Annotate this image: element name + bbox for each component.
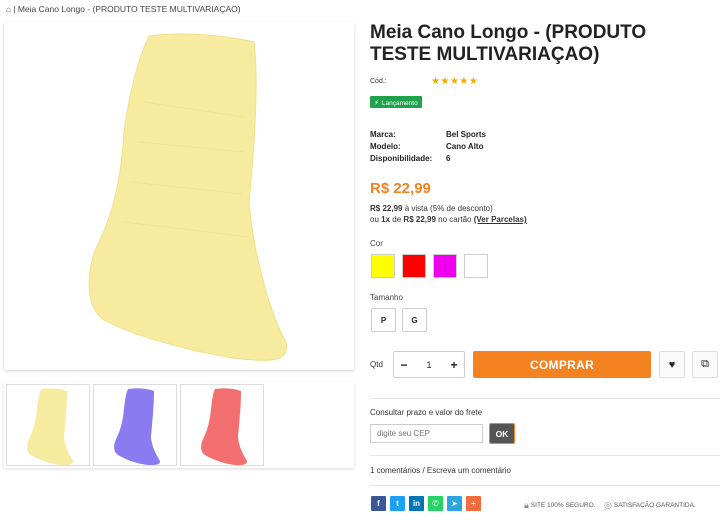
lock-icon: 🔒︎ [524, 500, 529, 510]
compare-button[interactable]: ⧉ [692, 351, 718, 378]
main-product-image[interactable] [4, 22, 354, 370]
satisfaction-badge: ◎ SATISFAÇÃO GARANTIDA. [604, 500, 696, 511]
compare-icon: ⧉ [701, 358, 709, 370]
quantity-stepper: − 1 + [393, 351, 465, 378]
star-icon: ★ [468, 76, 479, 87]
color-swatch-magenta[interactable] [433, 254, 457, 278]
installment-price: R$ 22,99 [403, 215, 436, 224]
badge-label: Lançamento [381, 99, 418, 107]
view-installments-link[interactable]: (Ver Parcelas) [474, 215, 527, 224]
thumbnail-1[interactable] [6, 384, 90, 466]
size-label: Tamanho [370, 293, 403, 302]
secure-site-text: SITE 100% SEGURO. [530, 502, 596, 509]
color-swatch-yellow[interactable] [371, 254, 395, 278]
spec-label: Modelo: [370, 142, 401, 151]
lightning-icon: ⚡ [374, 100, 379, 107]
shipping-label: Consultar prazo e valor do frete [370, 408, 483, 417]
divider [370, 455, 720, 456]
quantity-value[interactable]: 1 [426, 360, 431, 370]
product-specs: Marca: Bel Sports Modelo: Cano Alto Disp… [370, 129, 486, 165]
cash-price-line: R$ 22,99 à vista (5% de desconto) [370, 204, 493, 213]
divider [370, 398, 720, 399]
breadcrumb-separator: | [13, 4, 16, 14]
heart-icon: ♥ [668, 358, 676, 371]
installment-prefix: ou [370, 215, 379, 224]
installment-de: de [392, 215, 402, 224]
rating-stars[interactable]: ★★★★★ [431, 76, 478, 87]
cash-price-text: à vista (5% de desconto) [404, 204, 493, 213]
thumbnail-2[interactable] [93, 384, 177, 466]
breadcrumb: ⌂ | Meia Cano Longo - (PRODUTO TESTE MUL… [6, 4, 241, 14]
comments-link[interactable]: 1 comentários / Escreva um comentário [370, 466, 511, 475]
spec-value: 6 [446, 154, 451, 163]
star-icon: ★ [459, 76, 469, 87]
installment-line: ou 1x de R$ 22,99 no cartão (Ver Parcela… [370, 215, 527, 224]
thumbnail-gallery [4, 382, 354, 468]
spec-value: Cano Alto [446, 142, 484, 151]
star-icon: ★ [440, 76, 450, 87]
linkedin-icon[interactable]: in [409, 496, 424, 511]
spec-value: Bel Sports [446, 130, 487, 139]
spec-row: Disponibilidade: 6 [370, 153, 486, 165]
facebook-icon[interactable]: f [371, 496, 386, 511]
twitter-icon[interactable]: t [390, 496, 405, 511]
quantity-label: Qtd [370, 360, 383, 369]
cep-input[interactable] [370, 424, 483, 443]
seal-icon: ◎ [604, 500, 612, 510]
cep-ok-button[interactable]: OK [489, 423, 515, 444]
color-swatch-red[interactable] [402, 254, 426, 278]
sock-image [88, 33, 288, 361]
spec-row: Modelo: Cano Alto [370, 141, 486, 153]
size-option-p[interactable]: P [371, 308, 396, 332]
more-share-icon[interactable]: + [466, 496, 481, 511]
wishlist-button[interactable]: ♥ [659, 351, 685, 378]
color-swatch-white[interactable] [464, 254, 488, 278]
size-option-g[interactable]: G [402, 308, 427, 332]
whatsapp-icon[interactable]: ✆ [428, 496, 443, 511]
launch-badge: ⚡ Lançamento [370, 96, 422, 108]
telegram-icon[interactable]: ➤ [447, 496, 462, 511]
decrement-button[interactable]: − [394, 358, 414, 372]
satisfaction-text: SATISFAÇÃO GARANTIDA. [613, 502, 696, 509]
spec-row: Marca: Bel Sports [370, 129, 486, 141]
product-code-label: Cód.: [370, 78, 387, 85]
divider [370, 485, 720, 486]
spec-label: Marca: [370, 130, 396, 139]
product-price: R$ 22,99 [370, 180, 431, 197]
breadcrumb-current: Meia Cano Longo - (PRODUTO TESTE MULTIVA… [17, 4, 241, 14]
star-icon: ★ [449, 76, 460, 87]
home-icon[interactable]: ⌂ [6, 5, 11, 14]
increment-button[interactable]: + [444, 358, 464, 372]
cash-price: R$ 22,99 [370, 204, 403, 213]
installment-qty: 1x [381, 215, 391, 224]
color-label: Cor [370, 239, 383, 248]
thumbnail-3[interactable] [180, 384, 264, 466]
secure-site-badge: 🔒︎ SITE 100% SEGURO. [524, 500, 595, 511]
buy-button[interactable]: COMPRAR [473, 351, 651, 378]
product-title: Meia Cano Longo - (PRODUTO TESTE MULTIVA… [370, 22, 647, 65]
spec-label: Disponibilidade: [370, 154, 433, 163]
installment-suffix: no cartão [438, 215, 472, 224]
